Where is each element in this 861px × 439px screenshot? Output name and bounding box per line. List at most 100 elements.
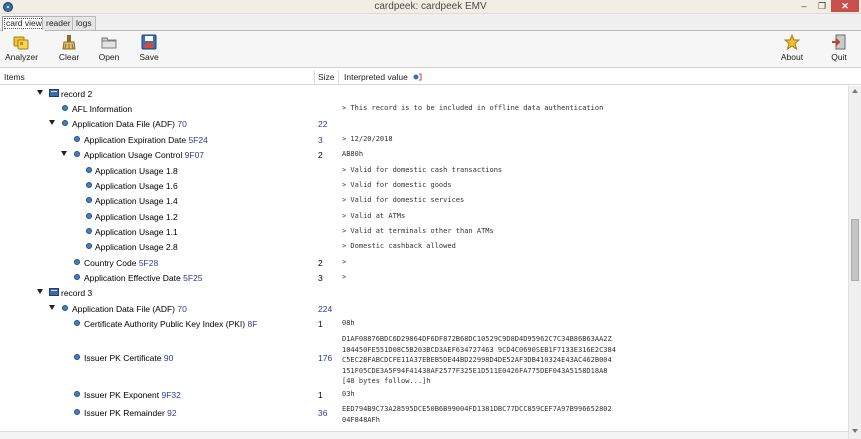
node-icon [74,136,80,142]
tree-row[interactable]: Issuer PK Remainder 92 36 EED794B9C73A28… [0,404,848,428]
value-format-icon[interactable] [413,72,423,82]
tab-reader[interactable]: reader [42,16,75,30]
star-icon [784,34,800,50]
tree-row[interactable]: Application Usage 1.8 > Valid for domest… [0,163,848,178]
quit-label: Quit [831,52,847,62]
tree-row[interactable]: Application Data File (ADF) 70 22 [0,116,848,131]
tree-row[interactable]: record 2 [0,86,848,101]
tab-logs[interactable]: logs [72,16,96,30]
tab-card-view[interactable]: card view [2,16,46,31]
card-tree-view: record 2 AFL Information > This record i… [0,86,848,439]
tree-row[interactable]: Issuer PK Certificate 90 176 D1AF08876BD… [0,334,848,385]
node-icon [74,151,80,157]
item-name: Country Code 5F28 [84,258,159,268]
item-value: AB80h [342,150,364,158]
node-icon [62,120,68,126]
scroll-thumb[interactable] [851,219,859,281]
title-bar: cardpeek: cardpeek EMV – ❐ ✕ [0,0,861,14]
toolbar: Analyzer Clear Open Save About Quit [0,31,861,68]
item-name: record 3 [61,288,93,298]
item-value: > Valid at terminals other than ATMs [342,227,494,235]
node-icon [86,167,92,173]
node-icon [74,409,80,415]
tree-row[interactable]: Application Data File (ADF) 70 224 [0,301,848,316]
horizontal-scrollbar[interactable] [0,431,848,439]
item-name: AFL Information [72,104,133,114]
scroll-down-arrow-icon[interactable] [852,429,858,433]
item-name: Application Usage 1.6 [95,181,178,191]
item-value: 08h [342,319,355,327]
column-divider[interactable] [338,71,339,83]
node-icon [86,182,92,188]
tree-row[interactable]: Application Effective Date 5F25 3 > [0,270,848,285]
item-value: > Valid for domestic cash transactions [342,166,503,174]
item-name: Application Data File (ADF) 70 [72,304,187,314]
clear-icon [62,35,76,50]
tree-row[interactable]: AFL Information > This record is to be i… [0,101,848,116]
minimize-button[interactable]: – [797,0,811,12]
item-value: D1AF08876BDC6D29864DF6DF872B68DC10529C9D… [342,335,616,385]
column-value[interactable]: Interpreted value [344,72,408,82]
quit-button[interactable]: Quit [828,34,850,62]
item-size: 1 [318,390,323,400]
item-name: Issuer PK Exponent 9F32 [84,390,181,400]
save-button[interactable]: Save [137,34,161,62]
vertical-scrollbar[interactable] [848,86,861,439]
expander-icon[interactable] [49,305,55,310]
tree-row[interactable]: Application Usage 1.4 > Valid for domest… [0,193,848,208]
column-size[interactable]: Size [318,72,335,82]
close-button[interactable]: ✕ [831,0,859,12]
node-icon [86,243,92,249]
item-name: record 2 [61,89,93,99]
tree-row[interactable]: Application Usage 2.8 > Domestic cashbac… [0,239,848,254]
item-size: 1 [318,319,323,329]
tree-row[interactable]: Certificate Authority Public Key Index (… [0,316,848,331]
analyzer-icon [13,36,29,50]
expander-icon[interactable] [37,289,43,294]
tree-row[interactable]: Application Expiration Date 5F24 3 > 12/… [0,132,848,147]
tree-row[interactable]: Application Usage 1.2 > Valid at ATMs [0,209,848,224]
expander-icon[interactable] [37,90,43,95]
item-size: 3 [318,273,323,283]
save-icon [141,34,157,50]
item-size: 3 [318,135,323,145]
tree-row[interactable]: Issuer PK Exponent 9F32 1 03h [0,387,848,402]
item-value: > Valid at ATMs [342,212,406,220]
item-name: Certificate Authority Public Key Index (… [84,319,258,329]
item-name: Application Usage Control 9F07 [84,150,205,160]
tree-row[interactable]: Country Code 5F28 2 > [0,255,848,270]
node-icon [74,320,80,326]
tree-row[interactable]: record 3 [0,285,848,300]
analyzer-label: Analyzer [5,52,39,62]
node-icon [86,213,92,219]
scroll-up-arrow-icon[interactable] [852,89,858,93]
column-items[interactable]: Items [4,72,25,82]
open-button[interactable]: Open [97,34,121,62]
window-title: cardpeek: cardpeek EMV [374,1,487,12]
about-button[interactable]: About [778,34,806,62]
expander-icon[interactable] [61,151,67,156]
analyzer-button[interactable]: Analyzer [5,34,39,62]
item-name: Application Expiration Date 5F24 [84,135,208,145]
item-name: Application Effective Date 5F25 [84,273,203,283]
item-name: Application Usage 2.8 [95,242,178,252]
node-icon [74,274,80,280]
item-name: Application Usage 1.4 [95,196,178,206]
item-value: > Domestic cashback allowed [342,242,456,250]
node-icon [86,197,92,203]
tree-row[interactable]: Application Usage 1.6 > Valid for domest… [0,178,848,193]
tree-row[interactable]: Application Usage 1.1 > Valid at termina… [0,224,848,239]
clear-label: Clear [58,52,80,62]
item-size: 2 [318,150,323,160]
maximize-button[interactable]: ❐ [815,0,829,12]
node-icon [62,305,68,311]
tree-row[interactable]: Application Usage Control 9F07 2 AB80h [0,147,848,162]
expander-icon[interactable] [49,120,55,125]
node-icon [86,228,92,234]
item-size: 22 [318,119,328,129]
node-icon [74,259,80,265]
column-divider[interactable] [314,71,315,83]
exit-door-icon [832,34,846,50]
clear-button[interactable]: Clear [57,34,81,62]
item-value: > [342,273,347,281]
